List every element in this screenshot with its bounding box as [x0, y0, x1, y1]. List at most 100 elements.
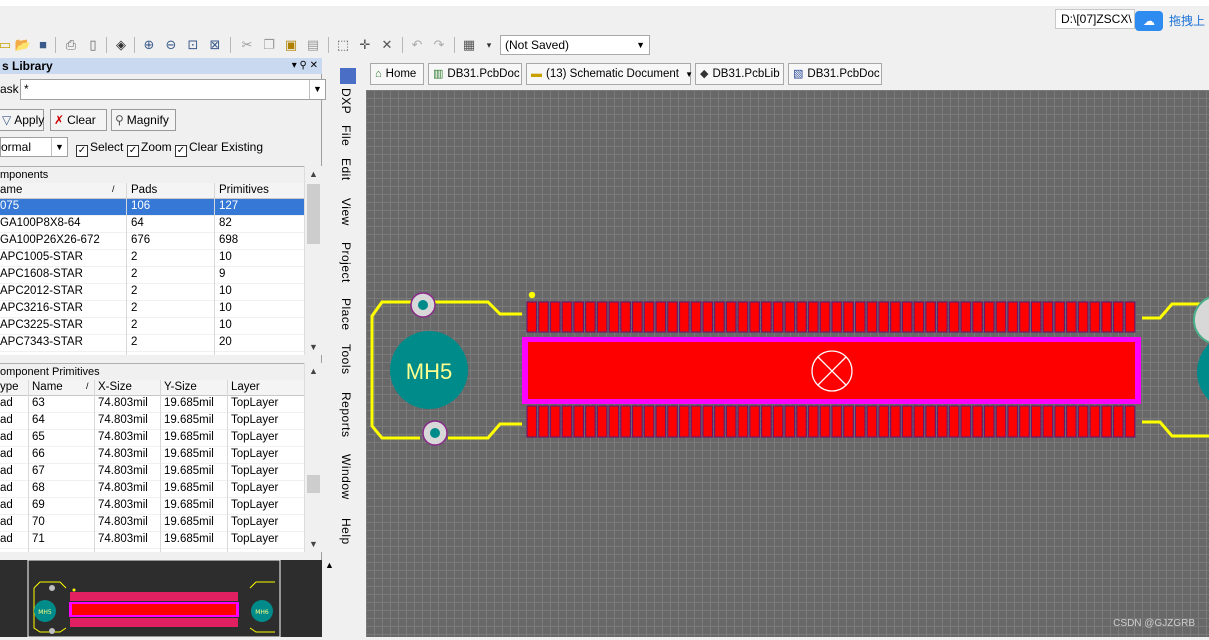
magnify-button[interactable]: ⚲ Magnify: [111, 109, 176, 131]
scroll-up-icon[interactable]: ▲: [325, 560, 334, 570]
tab-home[interactable]: ⌂ Home: [370, 63, 424, 85]
select-checkbox[interactable]: ✓ Select: [76, 140, 123, 157]
menu-project[interactable]: Project: [339, 242, 353, 283]
scroll-down-icon[interactable]: ▼: [305, 339, 322, 355]
smd-pad[interactable]: [702, 301, 714, 333]
smd-pad[interactable]: [737, 301, 749, 333]
smd-pad[interactable]: [1124, 405, 1136, 438]
path-field[interactable]: D:\[07]ZSCX\: [1055, 9, 1135, 29]
smd-pad[interactable]: [1054, 405, 1066, 438]
table-row[interactable]: ad 67 74.803mil 19.685mil TopLayer: [0, 464, 304, 481]
smd-pad[interactable]: [620, 405, 631, 438]
smd-pad[interactable]: [1101, 301, 1112, 333]
zoom-checkbox[interactable]: ✓ Zoom: [127, 140, 172, 157]
grid-dropdown-icon[interactable]: ▾: [480, 36, 498, 54]
table-row[interactable]: APC3225-STAR 2 10: [0, 318, 304, 335]
scroll-up-icon[interactable]: ▲: [305, 363, 322, 379]
smd-pad[interactable]: [573, 301, 585, 333]
chevron-down-icon[interactable]: ▼: [51, 138, 67, 156]
smd-pad[interactable]: [972, 405, 983, 438]
smd-pad[interactable]: [725, 405, 737, 438]
smd-pad[interactable]: [737, 405, 749, 438]
save-icon[interactable]: ■: [34, 36, 52, 54]
primitives-scrollbar[interactable]: ▲ ▼: [304, 363, 322, 552]
scroll-thumb[interactable]: [307, 475, 320, 493]
tab-schematic-document[interactable]: ▬ (13) Schematic Document ▼: [526, 63, 693, 85]
smd-pad[interactable]: [901, 301, 913, 333]
smd-pad[interactable]: [1030, 301, 1042, 333]
zoom-in-icon[interactable]: ⊕: [140, 36, 158, 54]
move-icon[interactable]: ✛: [356, 36, 374, 54]
pcb-canvas[interactable]: MH5 CSDN @GJZGRB: [366, 90, 1209, 637]
open-folder-icon[interactable]: ▭: [0, 36, 14, 54]
smd-pad[interactable]: [526, 405, 538, 438]
column-header-name[interactable]: Name: [32, 381, 63, 393]
smd-pad[interactable]: [831, 301, 843, 333]
smd-pad[interactable]: [1101, 405, 1112, 438]
smd-pad[interactable]: [854, 405, 866, 438]
smd-pad[interactable]: [631, 301, 643, 333]
column-header-type[interactable]: ype: [0, 381, 19, 393]
rubber-stamp-icon[interactable]: ▤: [304, 36, 322, 54]
open-icon[interactable]: 📂: [14, 36, 32, 54]
smd-pad[interactable]: [1124, 301, 1136, 333]
smd-pad[interactable]: [1066, 405, 1077, 438]
smd-pad[interactable]: [538, 405, 549, 438]
copy-icon[interactable]: ❐: [260, 36, 278, 54]
smd-pad[interactable]: [995, 405, 1007, 438]
smd-pad[interactable]: [960, 405, 972, 438]
menu-tools[interactable]: Tools: [339, 344, 353, 375]
smd-pad[interactable]: [796, 301, 807, 333]
column-header-layer[interactable]: Layer: [231, 381, 260, 393]
smd-pad[interactable]: [585, 301, 596, 333]
table-row[interactable]: GA100P26X26-672 676 698: [0, 233, 304, 250]
tab-pcbdoc[interactable]: ▥ DB31.PcbDoc: [428, 63, 522, 85]
smd-pad[interactable]: [995, 301, 1007, 333]
smd-pad[interactable]: [585, 405, 596, 438]
select-area-icon[interactable]: ⬚: [334, 36, 352, 54]
components-scrollbar[interactable]: ▲ ▼: [304, 166, 322, 355]
chevron-down-icon[interactable]: ▼: [309, 80, 325, 99]
smd-pad[interactable]: [714, 405, 725, 438]
smd-pad[interactable]: [678, 301, 690, 333]
smd-pad[interactable]: [749, 301, 761, 333]
smd-pad[interactable]: [819, 405, 831, 438]
smd-pad[interactable]: [596, 301, 608, 333]
smd-pad[interactable]: [843, 301, 854, 333]
smd-pad[interactable]: [573, 405, 585, 438]
table-row[interactable]: ad 63 74.803mil 19.685mil TopLayer: [0, 396, 304, 413]
smd-pad[interactable]: [1054, 301, 1066, 333]
smd-pad[interactable]: [1030, 405, 1042, 438]
smd-pad[interactable]: [1007, 301, 1019, 333]
smd-pad[interactable]: [878, 405, 890, 438]
smd-pad[interactable]: [526, 301, 538, 333]
smd-pad[interactable]: [1089, 405, 1101, 438]
smd-pad[interactable]: [972, 301, 983, 333]
smd-pad[interactable]: [1019, 301, 1030, 333]
zoom-out-icon[interactable]: ⊖: [162, 36, 180, 54]
scroll-up-icon[interactable]: ▲: [305, 166, 322, 182]
smd-pad[interactable]: [608, 301, 620, 333]
menu-reports[interactable]: Reports: [339, 392, 353, 438]
smd-pad[interactable]: [807, 301, 819, 333]
table-row[interactable]: ad 64 74.803mil 19.685mil TopLayer: [0, 413, 304, 430]
smd-pad[interactable]: [772, 301, 784, 333]
scroll-down-icon[interactable]: ▼: [305, 536, 322, 552]
smd-pad[interactable]: [983, 405, 995, 438]
smd-pad[interactable]: [596, 405, 608, 438]
smd-pad[interactable]: [866, 301, 878, 333]
smd-pad[interactable]: [549, 301, 561, 333]
smd-pad[interactable]: [714, 301, 725, 333]
deselect-icon[interactable]: ✕: [378, 36, 396, 54]
smd-pad[interactable]: [761, 405, 772, 438]
table-row[interactable]: ad 70 74.803mil 19.685mil TopLayer: [0, 515, 304, 532]
smd-pad[interactable]: [561, 301, 573, 333]
smd-pad[interactable]: [655, 405, 667, 438]
smd-pad[interactable]: [1019, 405, 1030, 438]
smd-pad[interactable]: [866, 405, 878, 438]
cloud-icon[interactable]: ☁: [1135, 11, 1163, 31]
cloud-upload-label[interactable]: 拖拽上: [1163, 11, 1209, 31]
mode-select[interactable]: ormal ▼: [0, 137, 68, 157]
smd-pad[interactable]: [549, 405, 561, 438]
undo-icon[interactable]: ↶: [408, 36, 426, 54]
